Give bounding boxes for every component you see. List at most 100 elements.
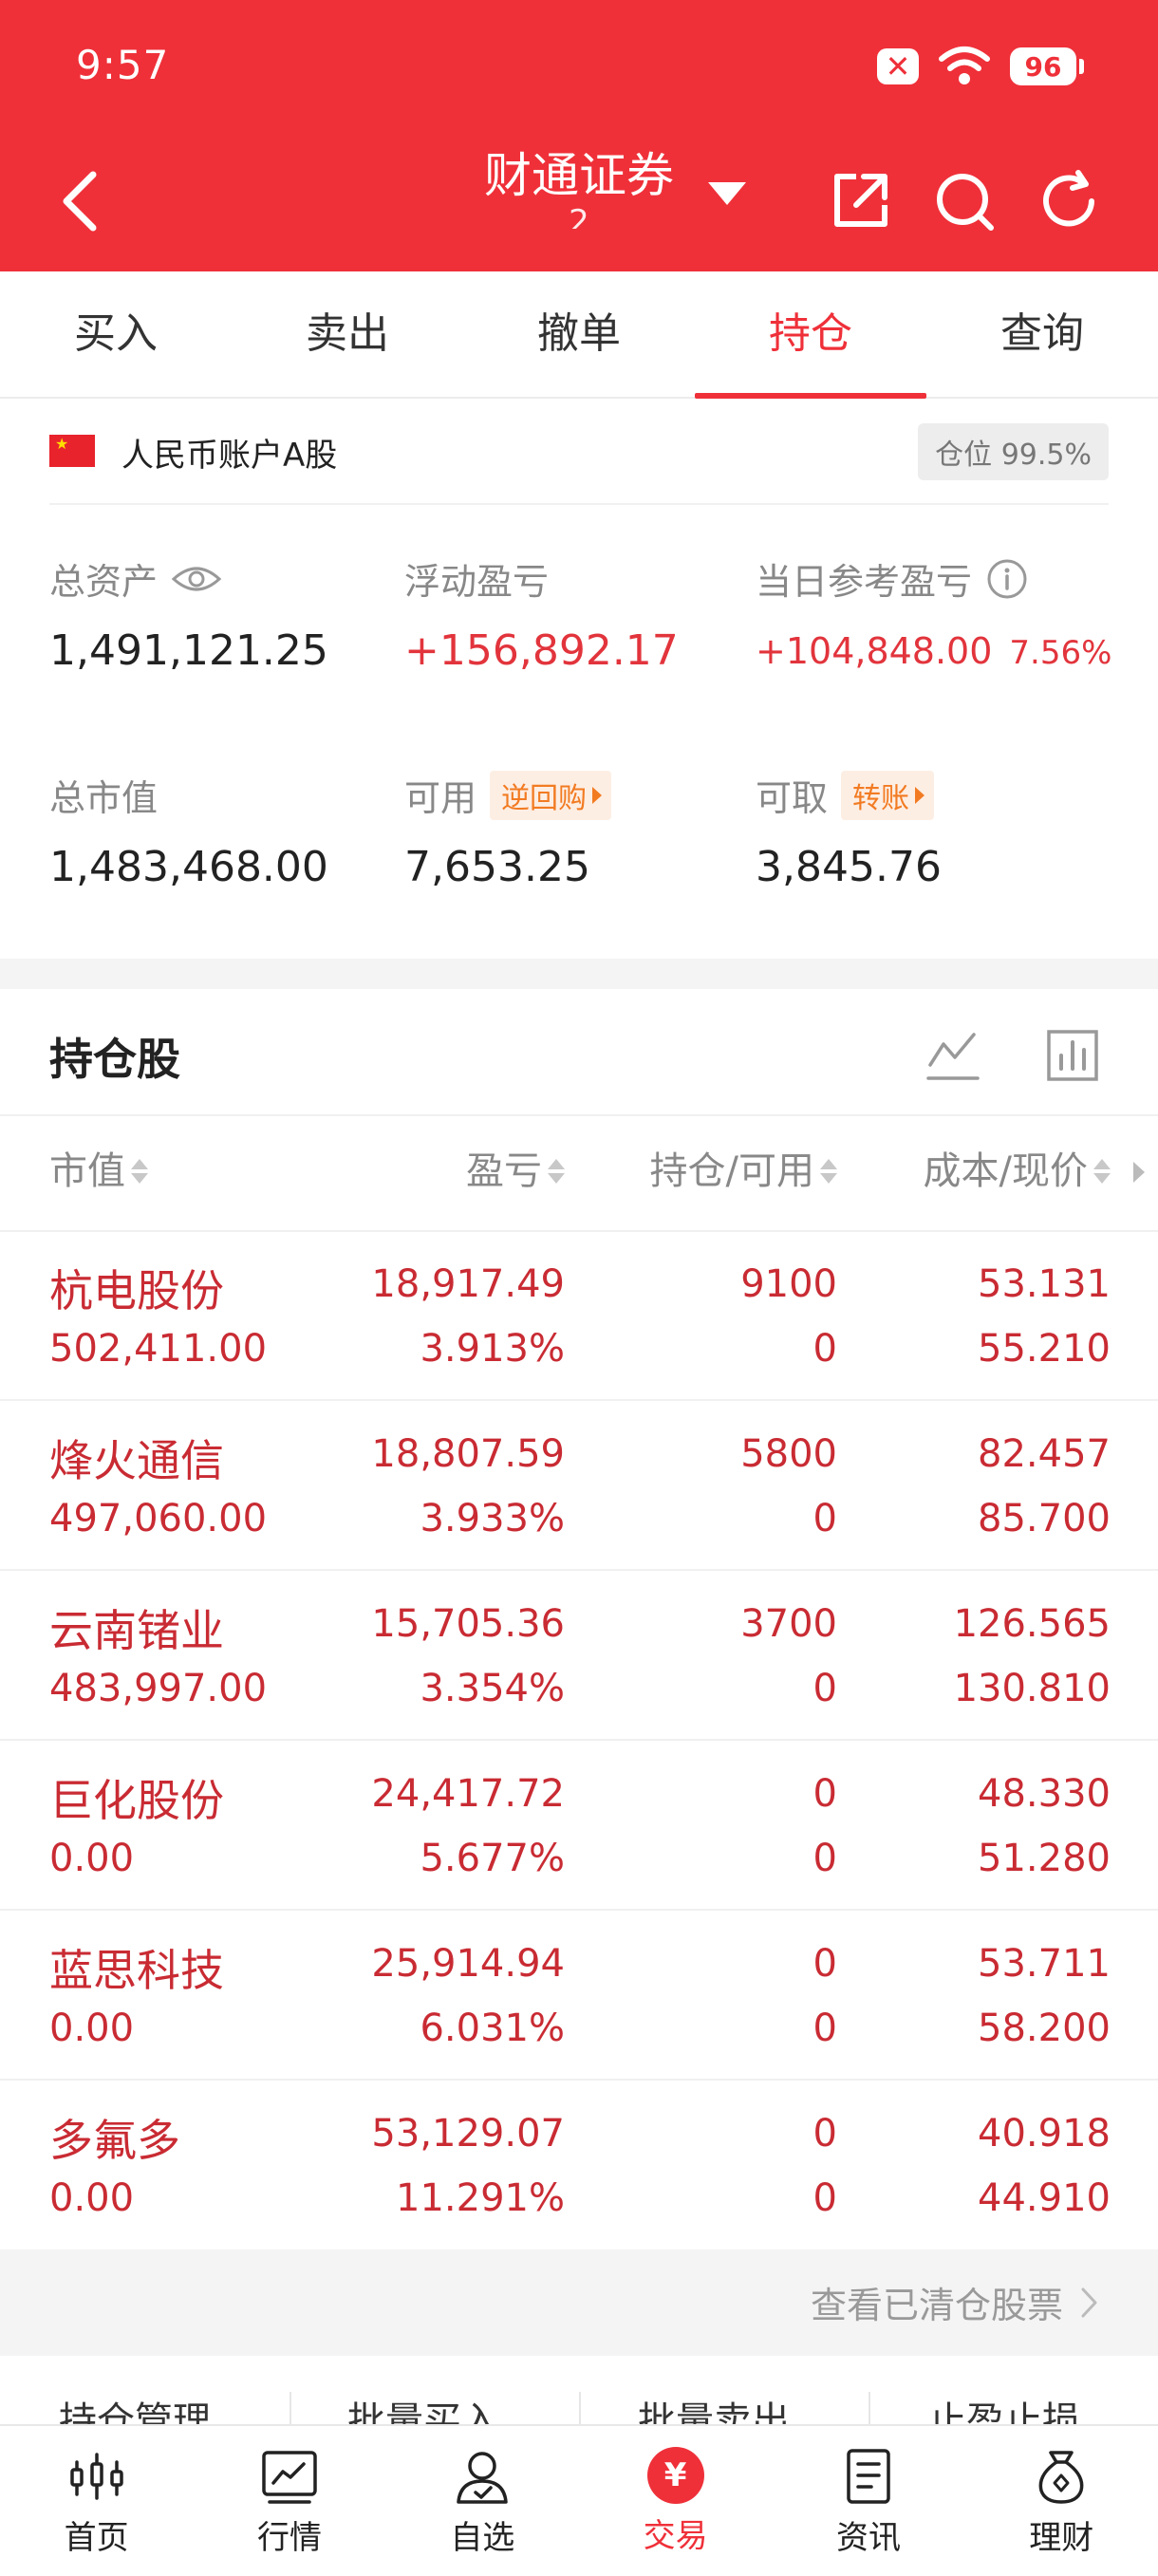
- money-bag-icon: [1038, 2451, 1084, 2504]
- holdings-title: 持仓股: [49, 1034, 180, 1085]
- trend-line-icon[interactable]: [925, 1027, 981, 1084]
- table-row[interactable]: 蓝思科技 0.00 25,914.94 6.031% 0 0 53.711 58…: [0, 1910, 1158, 2081]
- tab-positions[interactable]: 持仓: [695, 271, 926, 399]
- stock-price: 85.700: [978, 1497, 1111, 1540]
- stock-pl-pct: 5.677%: [420, 1837, 565, 1880]
- nav-news[interactable]: 资讯: [772, 2426, 964, 2576]
- table-row[interactable]: 多氟多 0.00 53,129.07 11.291% 0 0 40.918 44…: [0, 2080, 1158, 2249]
- col-qty-label: 持仓/可用: [649, 1149, 814, 1193]
- nav-wealth[interactable]: 理财: [965, 2426, 1158, 2576]
- dropdown-arrow-icon[interactable]: [708, 182, 746, 205]
- withdrawable-label-text: 可取: [756, 777, 829, 819]
- sort-pl[interactable]: 盈亏: [466, 1116, 565, 1226]
- management-strip: 持仓管理 批量买入 批量卖出 止盈止损: [0, 2356, 1158, 2424]
- status-icons: ✕ 96: [877, 44, 1084, 89]
- nav-market[interactable]: 行情: [193, 2426, 385, 2576]
- stock-name: 云南锗业: [49, 1605, 224, 1656]
- position-manage-button[interactable]: 持仓管理: [59, 2390, 211, 2424]
- stock-available: 0: [812, 2007, 837, 2050]
- stock-price: 55.210: [978, 1327, 1111, 1371]
- sort-icon: [820, 1159, 837, 1184]
- daily-pl-value-wrap: +104,848.00 7.56%: [756, 630, 1111, 672]
- refresh-icon[interactable]: [1035, 167, 1103, 235]
- table-row[interactable]: 杭电股份 502,411.00 18,917.49 3.913% 9100 0 …: [0, 1230, 1158, 1401]
- back-icon[interactable]: [53, 167, 110, 235]
- share-icon[interactable]: [826, 167, 894, 235]
- batch-sell-button[interactable]: 批量卖出: [638, 2390, 790, 2424]
- triangle-right-icon: [915, 786, 925, 804]
- daily-pl-value: +104,848.00: [756, 630, 993, 672]
- tab-query[interactable]: 查询: [926, 271, 1158, 397]
- stock-qty: 0: [812, 1942, 837, 1986]
- col-cost-label: 成本/现价: [923, 1149, 1088, 1193]
- stock-available: 0: [812, 1327, 837, 1371]
- header-bar: 9:57 ✕ 96 财通证券 2: [0, 0, 1158, 271]
- nav-watchlist[interactable]: 自选: [386, 2426, 579, 2576]
- table-row[interactable]: 烽火通信 497,060.00 18,807.59 3.933% 5800 0 …: [0, 1400, 1158, 1571]
- eye-icon[interactable]: [171, 564, 222, 594]
- stock-market-value: 0.00: [49, 2007, 135, 2050]
- nav-trade[interactable]: ¥ 交易: [579, 2426, 772, 2576]
- sort-icon: [1093, 1159, 1111, 1184]
- stop-profit-loss-button[interactable]: 止盈止损: [928, 2390, 1080, 2424]
- tab-cancel[interactable]: 撤单: [463, 271, 695, 397]
- nav-home[interactable]: 首页: [0, 2426, 193, 2576]
- stock-pl-pct: 6.031%: [420, 2007, 565, 2050]
- market-value-label: 总市值: [49, 769, 158, 821]
- stock-name: 蓝思科技: [49, 1945, 224, 1996]
- stock-name: 巨化股份: [49, 1775, 224, 1826]
- sort-qty[interactable]: 持仓/可用: [650, 1116, 837, 1226]
- bar-chart-icon[interactable]: [1044, 1027, 1101, 1084]
- stock-pl-pct: 3.913%: [420, 1327, 565, 1371]
- reverse-repo-label: 逆回购: [501, 781, 588, 815]
- broker-selector[interactable]: 财通证券 2: [437, 138, 721, 229]
- stock-cost: 53.131: [978, 1262, 1111, 1306]
- table-row[interactable]: 云南锗业 483,997.00 15,705.36 3.354% 3700 0 …: [0, 1570, 1158, 1741]
- stock-market-value: 483,997.00: [49, 1667, 268, 1710]
- stock-market-value: 497,060.00: [49, 1497, 268, 1540]
- divider: [868, 2392, 870, 2424]
- available-label-text: 可用: [404, 777, 477, 819]
- tab-sell[interactable]: 卖出: [232, 271, 463, 397]
- nav-wealth-label: 理财: [1029, 2519, 1094, 2557]
- wifi-icon: [939, 47, 990, 84]
- stock-pl: 18,917.49: [371, 1262, 565, 1306]
- divider: [579, 2392, 581, 2424]
- market-value-value: 1,483,468.00: [49, 843, 328, 891]
- sort-market-value[interactable]: 市值: [49, 1116, 148, 1226]
- position-ratio-badge: 仓位 99.5%: [918, 423, 1109, 480]
- stock-qty: 0: [812, 2112, 837, 2156]
- stock-qty: 9100: [740, 1262, 837, 1306]
- stock-market-value: 0.00: [49, 2176, 135, 2220]
- cleared-stocks-bar: 查看已清仓股票: [0, 2249, 1158, 2352]
- sort-icon: [548, 1159, 565, 1184]
- divider: [290, 2392, 291, 2424]
- available-label: 可用 逆回购: [404, 769, 612, 821]
- total-assets-value: 1,491,121.25: [49, 626, 328, 675]
- scroll-right-icon[interactable]: [1133, 1162, 1145, 1183]
- stock-price: 58.200: [978, 2007, 1111, 2050]
- reverse-repo-button[interactable]: 逆回购: [490, 770, 612, 820]
- stock-price: 44.910: [978, 2176, 1111, 2220]
- no-sim-icon: ✕: [877, 48, 919, 84]
- sort-cost[interactable]: 成本/现价: [924, 1116, 1111, 1226]
- stock-price: 51.280: [978, 1837, 1111, 1880]
- batch-buy-button[interactable]: 批量买入: [347, 2390, 499, 2424]
- tab-buy[interactable]: 买入: [0, 271, 232, 397]
- withdrawable-value: 3,845.76: [756, 843, 942, 891]
- stock-available: 0: [812, 2176, 837, 2220]
- bottom-nav: 首页 行情 自选 ¥ 交易 资讯 理财: [0, 2424, 1158, 2576]
- transfer-button[interactable]: 转账: [841, 770, 935, 820]
- nav-trade-label: 交易: [643, 2517, 708, 2555]
- account-summary: ★ 人民币账户A股 仓位 99.5% 总资产 1,491,121.25 浮动盈亏…: [0, 399, 1158, 959]
- stock-market-value: 0.00: [49, 1837, 135, 1880]
- cleared-stocks-link[interactable]: 查看已清仓股票: [811, 2276, 1099, 2328]
- stock-available: 0: [812, 1837, 837, 1880]
- info-icon[interactable]: [985, 557, 1029, 601]
- stock-pl-pct: 3.354%: [420, 1667, 565, 1710]
- account-name: 人民币账户A股: [121, 437, 338, 475]
- search-icon[interactable]: [930, 167, 999, 235]
- nav-home-label: 首页: [64, 2519, 129, 2557]
- table-row[interactable]: 巨化股份 0.00 24,417.72 5.677% 0 0 48.330 51…: [0, 1740, 1158, 1911]
- market-value-label-text: 总市值: [49, 777, 159, 819]
